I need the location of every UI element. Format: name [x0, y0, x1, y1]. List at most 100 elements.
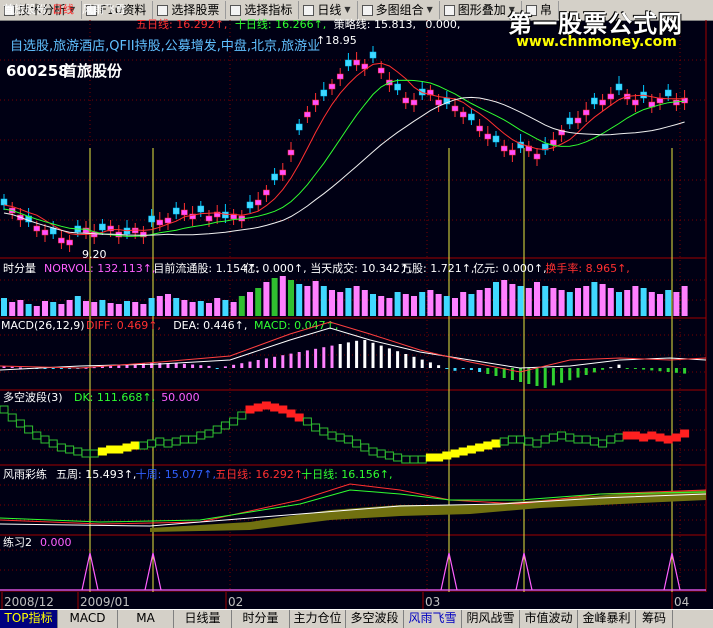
practice-value: 0.000 — [40, 536, 72, 549]
volume-bar — [304, 286, 311, 316]
wave-block — [270, 403, 280, 412]
stock-name-header: 首旅股份 — [3, 2, 47, 16]
wave-block — [434, 453, 444, 462]
volume-bar — [640, 288, 647, 316]
macd-bar — [355, 340, 359, 368]
wave-block — [138, 441, 148, 450]
volume-bar — [509, 284, 516, 316]
x-axis-label-3: 03 — [425, 595, 440, 609]
wave-block — [573, 435, 583, 444]
wave-block — [97, 447, 107, 456]
rainbow-legend-1: 十周: 15.077↑, — [136, 467, 216, 481]
macd-bar — [240, 363, 244, 368]
tab-indicator-11[interactable]: 筹码 — [636, 610, 673, 628]
volume-bar — [402, 294, 409, 316]
wave-block — [614, 433, 624, 442]
x-axis-label-1: 2009/01 — [80, 595, 130, 609]
candle-body — [607, 93, 615, 100]
wave-block — [598, 439, 608, 448]
tab-indicator-0[interactable]: TOP指标 — [0, 610, 58, 628]
macd-bar — [199, 365, 203, 368]
wave-block — [278, 405, 288, 414]
candle-body — [459, 111, 467, 118]
wave-block — [163, 439, 173, 448]
volume-bar — [9, 302, 16, 316]
volume-bar — [17, 300, 24, 316]
tab-indicator-1[interactable]: MACD — [58, 610, 118, 628]
candle-body — [254, 199, 262, 206]
volume-bar — [58, 304, 65, 316]
macd-bar — [363, 340, 367, 368]
wave-block — [639, 433, 649, 442]
macd-bar — [207, 365, 211, 368]
candle-body — [509, 149, 516, 156]
candle-body — [500, 145, 508, 152]
macd-bar — [461, 368, 465, 369]
tab-indicator-3[interactable]: 日线量 — [174, 610, 232, 628]
candle-body — [550, 139, 557, 146]
volume-bar — [657, 294, 663, 316]
candle-body — [41, 229, 49, 236]
wave-block — [491, 439, 501, 448]
candle-body — [468, 113, 475, 121]
volume-bar — [394, 292, 401, 316]
wave-block — [89, 449, 99, 458]
volume-bar — [476, 290, 483, 316]
macd-bar — [494, 368, 498, 376]
wave-block — [647, 431, 657, 440]
volume-bar — [616, 292, 622, 316]
volume-bar — [329, 290, 335, 316]
macd-bar — [182, 363, 186, 368]
wave-block — [581, 435, 591, 444]
volume-bar — [288, 280, 294, 316]
volume-bar — [427, 290, 434, 316]
volume-bar — [517, 286, 524, 316]
macd-bar — [625, 368, 629, 369]
volume-bar — [575, 288, 581, 316]
rainbow-legend-2: 五日线: 16.292↑, — [215, 467, 306, 481]
macd-bar — [560, 368, 564, 383]
chart-area[interactable]: 首旅股份 日线 风雨飞雪五日线: 16.292↑, 十日线: 16.266↑, 策略线:… — [0, 0, 713, 609]
wave-block — [24, 425, 34, 434]
wave-block — [15, 419, 25, 428]
volume-bar — [673, 292, 680, 316]
tab-indicator-10[interactable]: 金峰暴利 — [578, 610, 636, 628]
ma5-line — [3, 62, 685, 236]
candle-body — [181, 209, 188, 216]
candle-body — [287, 149, 295, 156]
tab-indicator-9[interactable]: 市值波动 — [520, 610, 578, 628]
candle-body — [164, 217, 172, 224]
tab-indicator-2[interactable]: MA — [118, 610, 174, 628]
volume-bar — [361, 290, 368, 316]
wave-block — [680, 429, 690, 438]
candle-body — [566, 117, 574, 125]
tab-indicator-4[interactable]: 时分量 — [232, 610, 290, 628]
high-price-label: ↑18.95 — [316, 34, 357, 47]
indicator-tab-bar: TOP指标 MACD MA 日线量 时分量 主力仓位 多空波段 风雨飞雪 阴风战雪 市值波动 金峰暴… — [0, 609, 713, 628]
macd-bar — [633, 368, 637, 369]
tab-indicator-5[interactable]: 主力仓位 — [290, 610, 346, 628]
wave-block — [155, 437, 165, 446]
wave-block — [40, 435, 50, 444]
macd-bar — [576, 368, 580, 378]
volume-legend-5: 亿元: 0.000↑, — [473, 262, 546, 275]
volume-bar — [156, 296, 163, 316]
volume-bar — [50, 302, 57, 316]
tab-indicator-8[interactable]: 阴风战雪 — [462, 610, 520, 628]
macd-bar — [584, 368, 588, 375]
wave-block — [532, 439, 542, 448]
volume-bar — [238, 296, 245, 316]
volume-bar — [255, 288, 262, 316]
wave-block — [81, 449, 91, 458]
tab-indicator-6[interactable]: 多空波段 — [346, 610, 404, 628]
macd-bar — [289, 353, 293, 368]
volume-bar — [591, 282, 598, 316]
macd-bar — [281, 355, 285, 368]
wave-block — [245, 405, 255, 414]
wave-block — [507, 435, 517, 444]
tab-indicator-7[interactable]: 风雨飞雪 — [404, 610, 462, 628]
ma-legend-3: 0.000, — [425, 18, 460, 31]
candle-body — [369, 51, 377, 59]
candle-body — [451, 105, 459, 112]
wave-block — [237, 411, 247, 420]
